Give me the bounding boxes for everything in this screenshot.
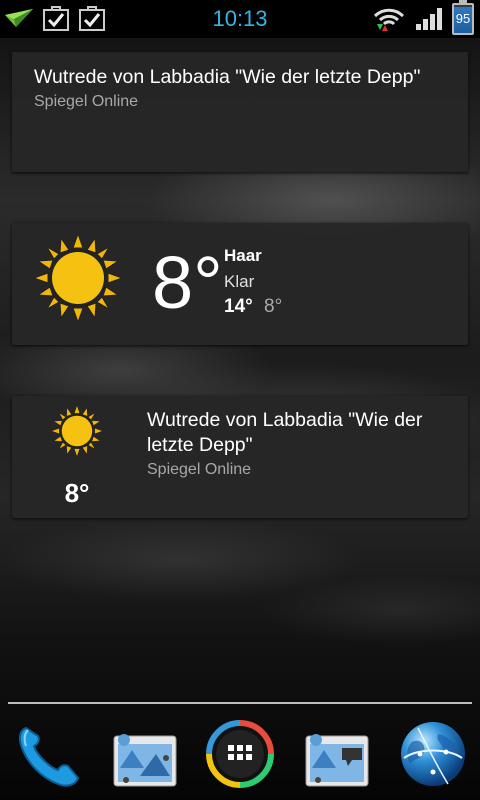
combo-headline[interactable]: Wutrede von Labbadia "Wie der letzte Dep… <box>147 408 457 458</box>
news-headline[interactable]: Wutrede von Labbadia "Wie der letzte Dep… <box>34 65 446 90</box>
low-temperature: 8° <box>264 296 283 317</box>
status-bar-right: 95 <box>372 0 474 35</box>
combo-temperature: 8° <box>64 478 90 508</box>
battery-icon: 95 <box>452 0 474 35</box>
dock <box>0 712 480 800</box>
weather-condition: Klar <box>224 272 255 291</box>
status-bar: 10:13 95 <box>0 0 480 38</box>
sun-icon <box>32 232 124 324</box>
weather-widget[interactable]: 8° Haar Klar 14° 8° <box>12 223 468 345</box>
signal-icon <box>416 8 442 30</box>
weather-location: Haar <box>224 246 262 265</box>
news-source: Spiegel Online <box>34 93 139 110</box>
dock-divider <box>8 702 472 704</box>
phone-icon[interactable] <box>12 718 82 790</box>
weather-news-widget[interactable]: 8° Wutrede von Labbadia "Wie der letzte … <box>12 396 468 518</box>
current-temperature: 8° <box>152 241 223 324</box>
combo-news[interactable]: Wutrede von Labbadia "Wie der letzte Dep… <box>147 408 457 479</box>
folder-icon[interactable] <box>302 718 372 790</box>
high-low-temperatures: 14° 8° <box>224 296 282 318</box>
app-drawer-icon[interactable] <box>205 718 275 790</box>
news-widget[interactable]: Wutrede von Labbadia "Wie der letzte Dep… <box>12 52 468 172</box>
sun-icon <box>50 404 104 458</box>
wifi-icon <box>373 8 405 31</box>
combo-source: Spiegel Online <box>147 461 252 478</box>
folder-icon[interactable] <box>110 718 180 790</box>
browser-globe-icon[interactable] <box>398 718 468 790</box>
high-temperature: 14° <box>224 296 253 317</box>
